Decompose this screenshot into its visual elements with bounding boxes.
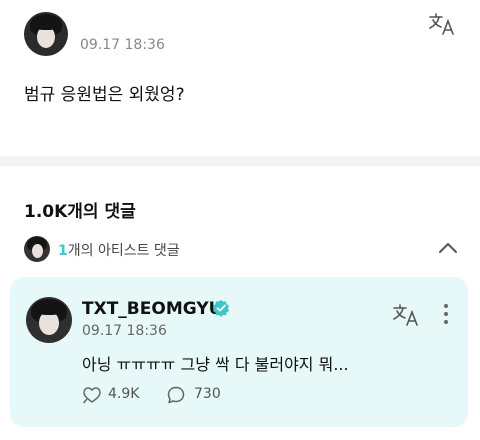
artist-mini-avatar [24,236,50,262]
post-timestamp: 09.17 18:36 [80,37,165,53]
verified-badge-icon [213,299,229,317]
artist-name[interactable]: TXT_BEOMGYU [82,299,222,319]
artist-comments-count: 1 [58,243,68,259]
comments-count-heading: 1.0K개의 댓글 [24,202,136,222]
chevron-up-icon[interactable] [436,238,460,258]
post-body-text: 범규 응원법은 외웠엉? [24,85,185,105]
artist-comment-timestamp: 09.17 18:36 [82,323,167,339]
section-divider [0,156,480,166]
artist-comment-actions: 4.9K 730 [82,385,382,405]
more-vertical-icon[interactable] [440,303,452,325]
translate-icon[interactable] [392,303,420,327]
artist-comment-text: 아닝 ㅠㅠㅠㅠ 그냥 싹 다 불러야지 뭐... [82,355,349,374]
reply-count: 730 [194,386,221,402]
artist-comment-card: TXT_BEOMGYU 09.17 18:36 아닝 ㅠㅠㅠㅠ 그냥 싹 다 불… [10,277,468,427]
artist-comments-toggle[interactable]: 1개의 아티스트 댓글 [0,232,480,268]
post-author-avatar[interactable] [24,12,68,56]
like-icon[interactable] [82,385,102,405]
translate-icon[interactable] [428,12,456,36]
like-count: 4.9K [108,386,140,402]
artist-comments-label: 1개의 아티스트 댓글 [58,240,180,260]
artist-comments-text: 개의 아티스트 댓글 [67,243,180,259]
reply-icon[interactable] [166,385,186,405]
artist-avatar[interactable] [26,297,72,343]
post-header: 09.17 18:36 [0,0,480,70]
